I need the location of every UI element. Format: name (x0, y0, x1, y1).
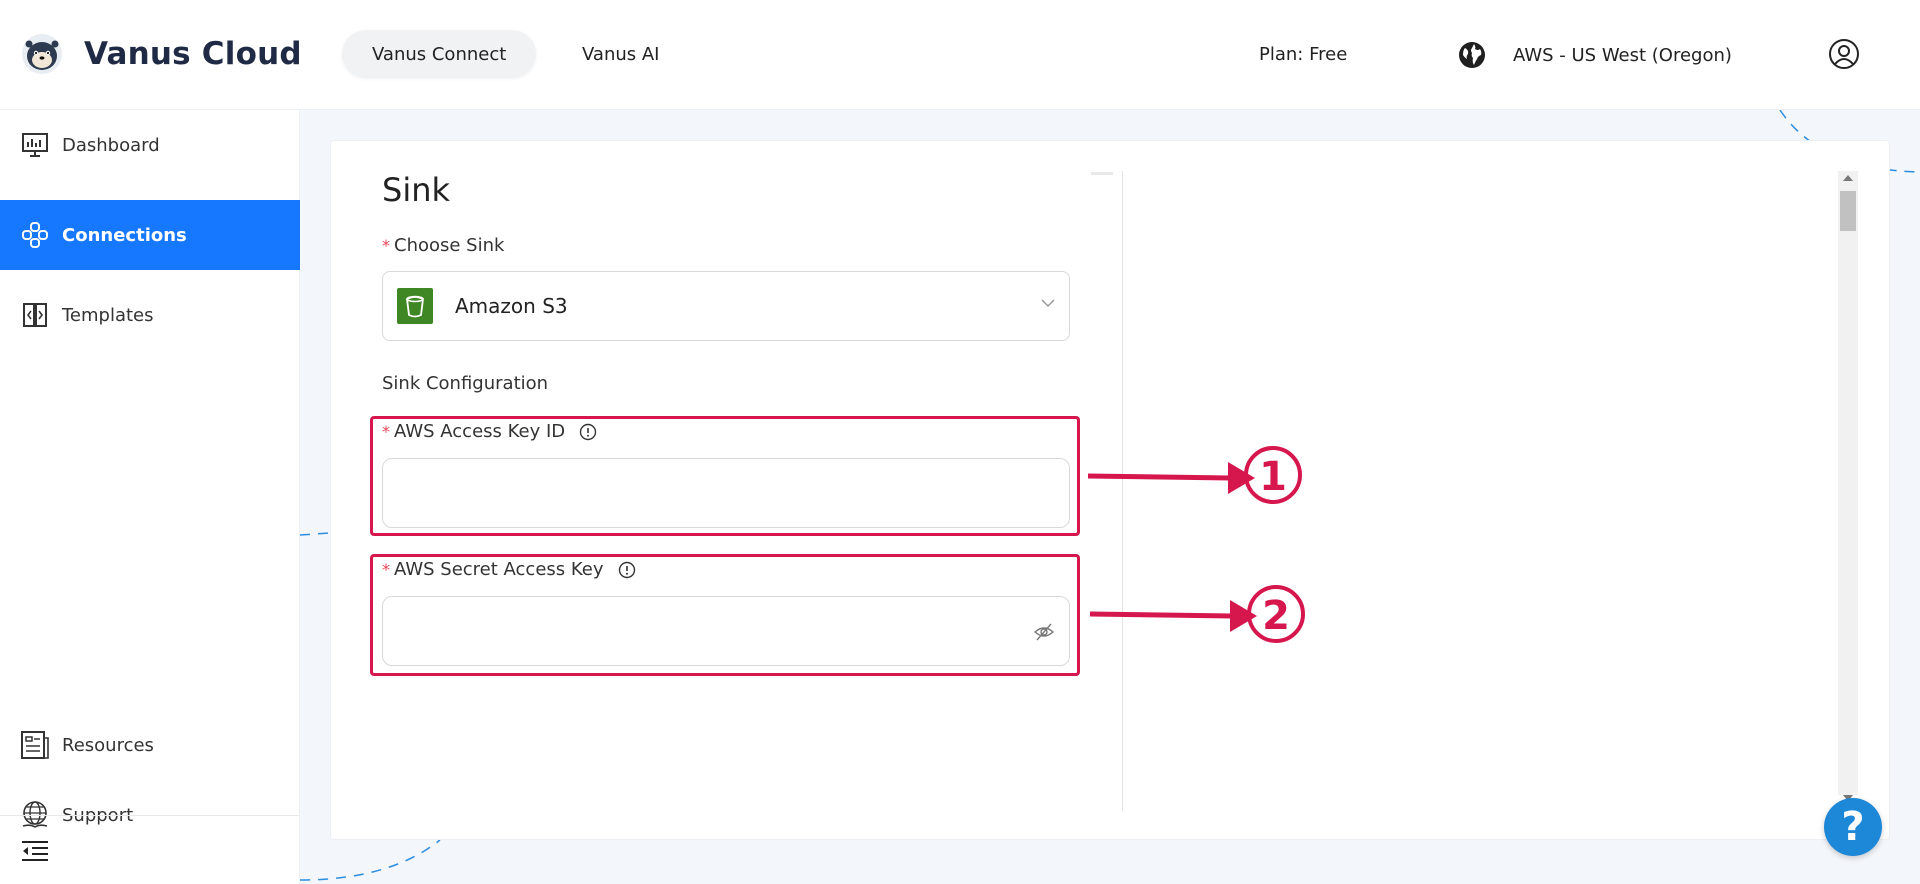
collapse-sidebar-button[interactable] (0, 815, 300, 884)
annotation-arrows: 1 2 (1087, 446, 1305, 643)
sink-select-value: Amazon S3 (455, 294, 568, 318)
sidebar-item-label: Connections (62, 224, 187, 246)
region-label: AWS - US West (Oregon) (1513, 44, 1732, 66)
chevron-down-icon (1041, 299, 1055, 308)
required-mark: * (382, 236, 390, 255)
tab-vanus-ai[interactable]: Vanus AI (552, 30, 689, 78)
arrow-2 (1089, 611, 1233, 619)
tab-vanus-connect[interactable]: Vanus Connect (342, 30, 537, 78)
templates-icon (20, 300, 50, 330)
section-heading: Sink Configuration (382, 373, 549, 394)
dashboard-icon (20, 130, 50, 160)
connections-icon (20, 220, 50, 250)
scroll-up-arrow[interactable] (1843, 175, 1853, 181)
highlight-box-access-key (370, 416, 1080, 536)
plan-label: Plan: Free (1259, 44, 1348, 65)
arrow-1 (1087, 473, 1231, 481)
help-question-icon: ? (1841, 804, 1865, 850)
sidebar-item-label: Resources (62, 734, 154, 756)
choose-sink-label: * Choose Sink (382, 235, 504, 256)
brand-name: Vanus Cloud (84, 36, 302, 72)
sidebar-item-resources[interactable]: Resources (0, 710, 300, 780)
sidebar-item-label: Templates (62, 304, 154, 326)
user-account-icon[interactable] (1828, 38, 1860, 70)
otter-logo-icon (22, 34, 62, 74)
sink-select[interactable]: Amazon S3 (382, 271, 1070, 341)
sidebar-item-connections[interactable]: Connections (0, 200, 300, 270)
marker-2-label: 2 (1262, 593, 1290, 639)
globe-icon (1459, 42, 1485, 68)
scrollbar[interactable] (1838, 171, 1858, 801)
help-button[interactable]: ? (1824, 798, 1882, 856)
marker-1-label: 1 (1259, 454, 1287, 500)
sidebar-item-label: Dashboard (62, 134, 160, 156)
resources-icon (20, 730, 50, 760)
scroll-thumb[interactable] (1840, 191, 1856, 231)
sidebar: Dashboard Connections Templates Resource… (0, 110, 300, 884)
amazon-s3-icon (397, 288, 433, 324)
brand[interactable]: Vanus Cloud (20, 32, 302, 76)
collapse-menu-icon (22, 840, 48, 861)
page-title: Sink (382, 171, 451, 209)
top-bar: Vanus Cloud Vanus Connect Vanus AI Plan:… (0, 0, 1920, 110)
sidebar-item-dashboard[interactable]: Dashboard (0, 110, 300, 180)
pane-resize-handle[interactable] (1091, 172, 1113, 175)
choose-sink-label-text: Choose Sink (394, 235, 505, 256)
region-selector[interactable]: AWS - US West (Oregon) (1457, 40, 1732, 70)
sidebar-item-templates[interactable]: Templates (0, 280, 300, 350)
highlight-box-secret-key (370, 554, 1080, 676)
